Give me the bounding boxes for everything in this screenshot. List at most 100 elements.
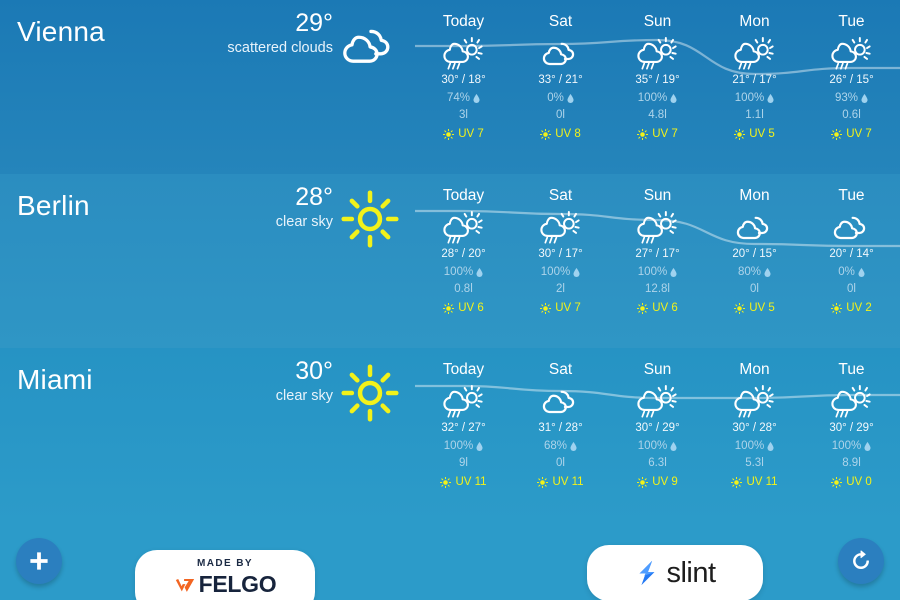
forecast-uv-index: UV 7 [443, 128, 484, 141]
current-description: clear sky [275, 213, 333, 230]
rain-percent-value: 93% [834, 92, 859, 104]
forecast-temps: 30° / 17° [538, 247, 583, 260]
rain-sun-icon [636, 36, 677, 70]
forecast-temps: 20° / 14° [829, 247, 874, 260]
forecast-day[interactable]: Mon 30° / 28° 100% 5.3l UV 11 [706, 348, 803, 522]
forecast-weather-icon [636, 36, 679, 70]
forecast-rain-chance: 0% [838, 266, 865, 279]
raindrop-icon [473, 94, 480, 104]
forecast-day-label: Sun [643, 187, 672, 204]
forecast-temps: 31° / 28° [538, 421, 583, 434]
forecast-day[interactable]: Today 32° / 27° 100% 9l UV 11 [415, 348, 512, 522]
forecast-day[interactable]: Sun 35° / 19° 100% 4.8l UV 7 [609, 0, 706, 174]
city-card[interactable]: Vienna 29° scattered clouds Today 30° / … [0, 0, 900, 174]
forecast-day[interactable]: Tue 20° / 14° 0% 0l UV 2 [803, 174, 900, 348]
forecast-day[interactable]: Today 28° / 20° 100% 0.8l UV 6 [415, 174, 512, 348]
forecast-temps: 28° / 20° [441, 247, 486, 260]
city-name: Miami [17, 364, 93, 395]
forecast-day-label: Mon [739, 187, 770, 204]
rain-percent-value: 100% [734, 92, 765, 104]
forecast-uv-index: UV 11 [537, 476, 584, 489]
uv-value: UV 11 [455, 476, 487, 488]
forecast-day[interactable]: Mon 20° / 15° 80% 0l UV 5 [706, 174, 803, 348]
plus-icon [30, 552, 48, 570]
forecast-rain-chance: 100% [637, 266, 677, 279]
forecast-day[interactable]: Sat 30° / 17° 100% 2l UV 7 [512, 174, 609, 348]
forecast-day[interactable]: Sun 27° / 17° 100% 12.8l UV 6 [609, 174, 706, 348]
forecast-rain-volume: 5.3l [745, 456, 764, 469]
forecast-weather-icon [540, 384, 582, 418]
felgo-badge[interactable]: MADE BY FELGO [135, 550, 315, 600]
city-summary[interactable]: Miami 30° clear sky [0, 348, 415, 522]
uv-value: UV 7 [555, 302, 581, 314]
uv-value: UV 5 [749, 302, 775, 314]
rain-sun-icon [733, 384, 774, 418]
forecast-rain-volume: 4.8l [648, 108, 667, 121]
forecast-temps: 21° / 17° [732, 73, 777, 86]
slint-badge[interactable]: slint [587, 545, 763, 600]
current-temperature: 28° [295, 183, 333, 211]
forecast-rain-chance: 100% [540, 266, 580, 279]
forecast-day[interactable]: Tue 30° / 29° 100% 8.9l UV 0 [803, 348, 900, 522]
forecast-weather-icon [539, 210, 582, 244]
city-name: Vienna [17, 16, 105, 47]
forecast-rain-chance: 0% [547, 92, 574, 105]
rain-percent-value: 74% [446, 92, 471, 104]
raindrop-icon [767, 442, 774, 452]
current-description: clear sky [275, 387, 333, 404]
city-name: Berlin [17, 190, 90, 221]
sun-icon [341, 190, 399, 248]
forecast-uv-index: UV 6 [443, 302, 484, 315]
forecast-weather-icon [442, 384, 485, 418]
forecast-day[interactable]: Sun 30° / 29° 100% 6.3l UV 9 [609, 348, 706, 522]
forecast-day-label: Sun [643, 13, 672, 30]
raindrop-icon [858, 268, 865, 278]
forecast-day[interactable]: Tue 26° / 15° 93% 0.6l UV 7 [803, 0, 900, 174]
forecast-uv-index: UV 5 [734, 302, 775, 315]
forecast-rain-volume: 3l [459, 108, 468, 121]
uv-sun-icon [637, 129, 649, 141]
forecast-uv-index: UV 7 [637, 128, 678, 141]
uv-sun-icon [831, 129, 843, 141]
city-summary[interactable]: Berlin 28° clear sky [0, 174, 415, 348]
forecast-day[interactable]: Sat 31° / 28° 68% 0l UV 11 [512, 348, 609, 522]
forecast-uv-index: UV 6 [637, 302, 678, 315]
forecast-day[interactable]: Sat 33° / 21° 0% 0l UV 8 [512, 0, 609, 174]
weather-app: Vienna 29° scattered clouds Today 30° / … [0, 0, 900, 600]
uv-value: UV 7 [458, 128, 484, 140]
current-temperature: 29° [295, 9, 333, 37]
forecast-day[interactable]: Mon 21° / 17° 100% 1.1l UV 5 [706, 0, 803, 174]
raindrop-icon [567, 94, 574, 104]
forecast-rain-chance: 100% [734, 92, 774, 105]
forecast-rain-chance: 74% [446, 92, 480, 105]
uv-value: UV 11 [552, 476, 584, 488]
forecast-rain-volume: 1.1l [745, 108, 764, 121]
forecast-weather-icon [733, 384, 776, 418]
forecast-day-label: Today [442, 13, 485, 30]
forecast-day-label: Mon [739, 13, 770, 30]
rain-percent-value: 100% [540, 266, 571, 278]
uv-sun-icon [443, 129, 455, 141]
city-summary[interactable]: Vienna 29° scattered clouds [0, 0, 415, 174]
raindrop-icon [476, 268, 483, 278]
forecast-weather-icon [830, 384, 873, 418]
uv-sun-icon [540, 129, 552, 141]
add-city-button[interactable] [16, 538, 62, 584]
forecast-rain-volume: 0l [750, 282, 759, 295]
slint-wordmark: slint [666, 556, 716, 589]
forecast-uv-index: UV 9 [637, 476, 678, 489]
forecast-weather-icon [442, 210, 485, 244]
forecast-rain-chance: 100% [638, 440, 677, 453]
rain-percent-value: 100% [734, 440, 765, 452]
city-card[interactable]: Miami 30° clear sky Today 32° / 27° 100%… [0, 348, 900, 522]
forecast-rain-volume: 0.6l [842, 108, 861, 121]
refresh-button[interactable] [838, 538, 884, 584]
city-card[interactable]: Berlin 28° clear sky Today 28° / 20° 100… [0, 174, 900, 348]
forecast-strip: Today 30° / 18° 74% 3l UV 7 Sat 33° / 21… [415, 0, 900, 174]
rain-percent-value: 100% [637, 266, 668, 278]
felgo-check-icon [175, 578, 194, 592]
raindrop-icon [864, 442, 871, 452]
forecast-rain-volume: 9l [459, 456, 468, 469]
forecast-day[interactable]: Today 30° / 18° 74% 3l UV 7 [415, 0, 512, 174]
current-weather-icon [339, 364, 401, 422]
